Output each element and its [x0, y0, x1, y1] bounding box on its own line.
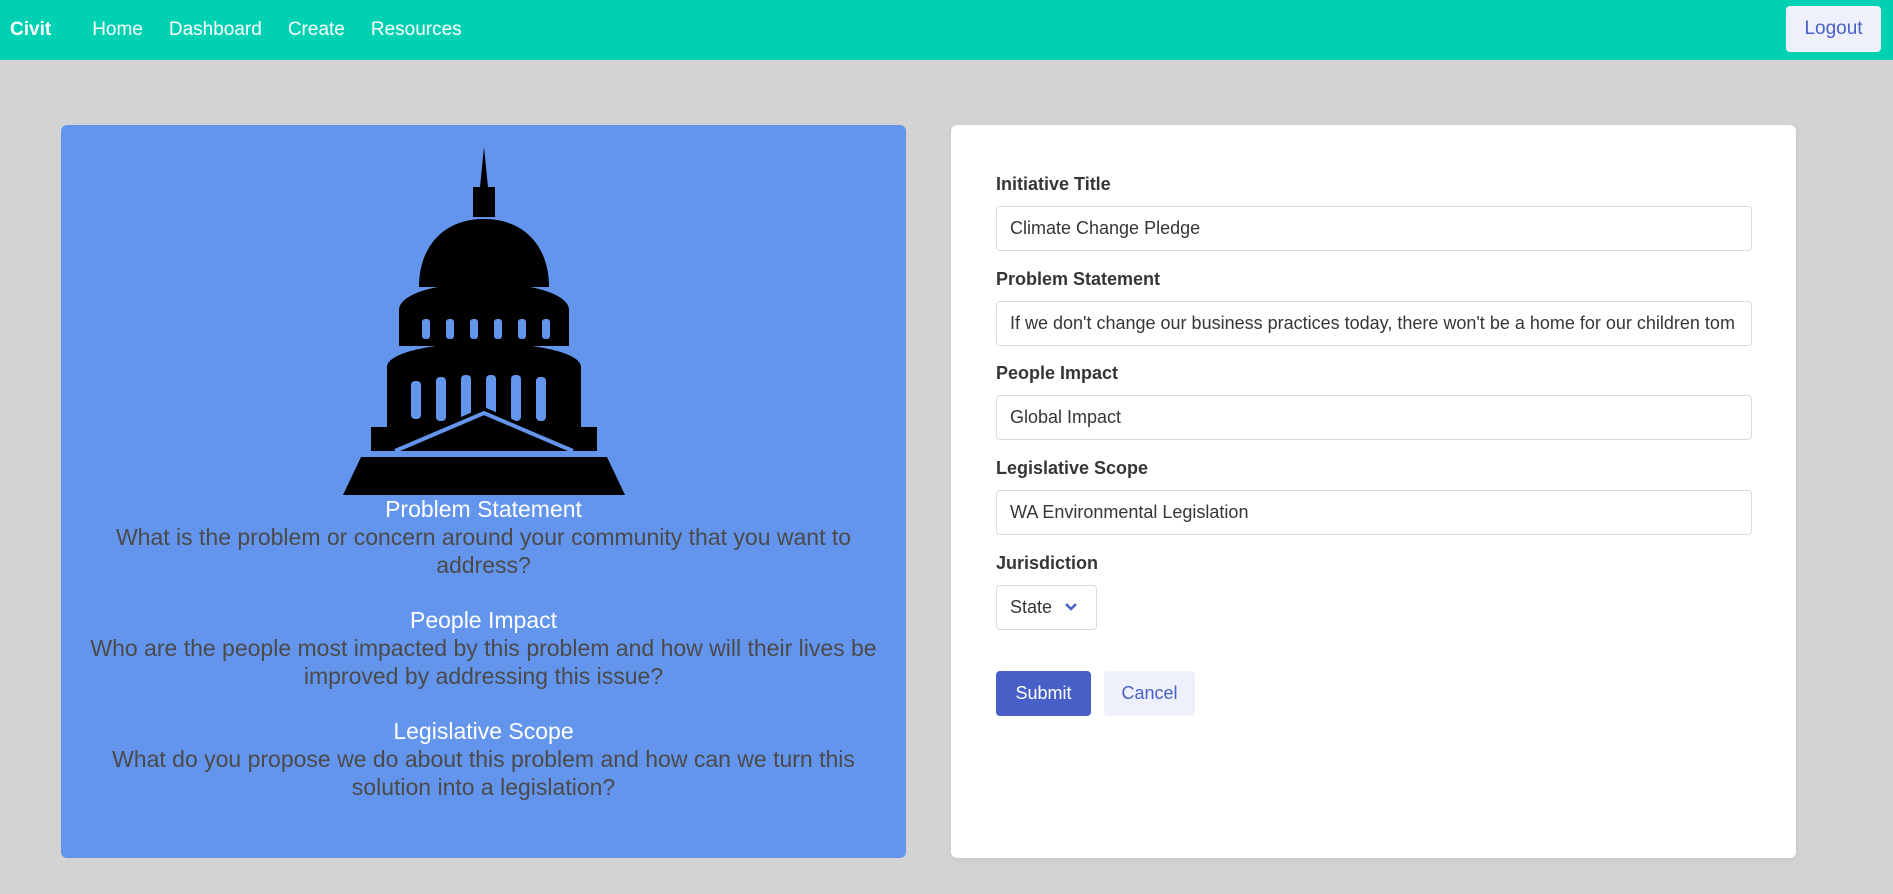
submit-button[interactable]: Submit: [996, 671, 1091, 716]
nav-item-create[interactable]: Create: [275, 19, 358, 41]
info-title: People Impact: [409, 607, 558, 633]
capitol-building-icon: [343, 147, 625, 495]
problem-statement-label: Problem Statement: [996, 269, 1161, 289]
logout-button[interactable]: Logout: [1786, 6, 1881, 52]
jurisdiction-label: Jurisdiction: [996, 553, 1099, 573]
people-impact-input[interactable]: Global Impact: [996, 395, 1752, 440]
nav-item-dashboard[interactable]: Dashboard: [156, 19, 275, 41]
chevron-down-icon: [1065, 603, 1077, 611]
initiative-title-input[interactable]: Climate Change Pledge: [996, 206, 1752, 251]
info-title: Legislative Scope: [393, 718, 574, 744]
top-navbar: Civit Home Dashboard Create Resources Lo…: [0, 0, 1893, 60]
initiative-form: Initiative Title Climate Change Pledge P…: [951, 125, 1796, 858]
problem-statement-input[interactable]: If we don't change our business practice…: [996, 301, 1752, 346]
legislative-scope-input[interactable]: WA Environmental Legislation: [996, 490, 1752, 535]
info-text: What is the problem or concern around yo…: [115, 524, 852, 578]
info-card: Problem Statement What is the problem or…: [61, 125, 906, 858]
nav-item-resources[interactable]: Resources: [358, 19, 475, 41]
info-text: Who are the people most impacted by this…: [90, 635, 877, 689]
legislative-scope-label: Legislative Scope: [996, 458, 1149, 478]
jurisdiction-select[interactable]: State: [996, 585, 1097, 630]
initiative-title-label: Initiative Title: [996, 174, 1111, 194]
people-impact-label: People Impact: [996, 363, 1119, 383]
people-impact-info: People Impact Who are the people most im…: [81, 606, 886, 690]
jurisdiction-selected-value: State: [1010, 597, 1053, 617]
info-title: Problem Statement: [385, 496, 582, 522]
nav-item-home[interactable]: Home: [79, 19, 156, 41]
legislative-scope-info: Legislative Scope What do you propose we…: [81, 717, 886, 801]
problem-statement-info: Problem Statement What is the problem or…: [81, 495, 886, 579]
cancel-button[interactable]: Cancel: [1104, 671, 1195, 716]
info-text: What do you propose we do about this pro…: [112, 746, 855, 800]
brand-logo[interactable]: Civit: [0, 19, 61, 41]
